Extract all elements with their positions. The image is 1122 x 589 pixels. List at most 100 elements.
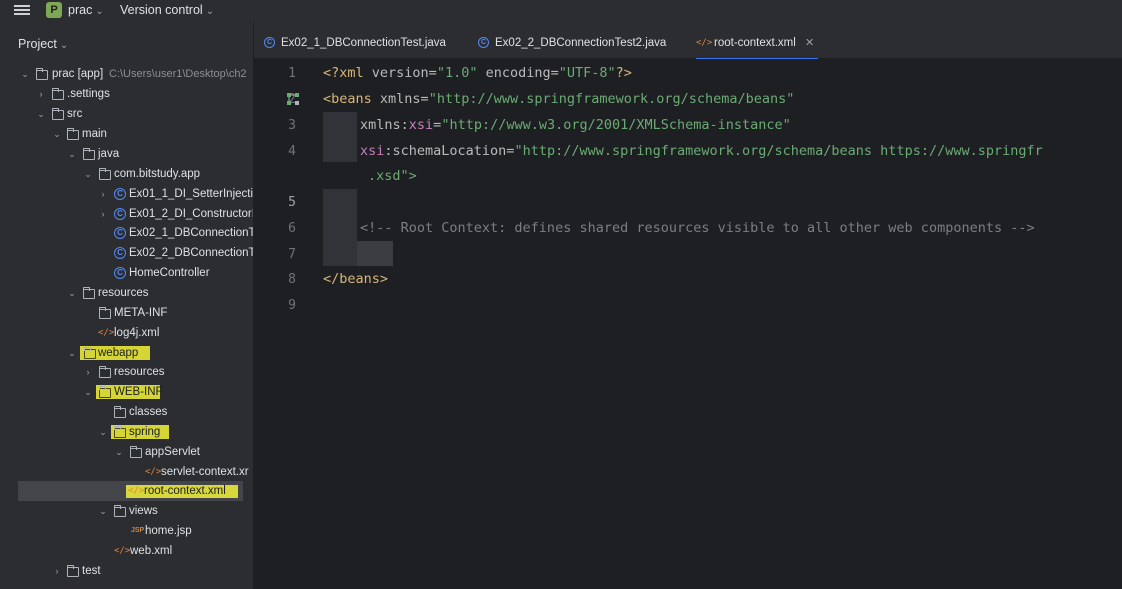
tree-item-class[interactable]: C Ex02_2_DBConnectionTe [0,243,253,263]
tree-item-spring[interactable]: ⌄ spring [0,422,253,442]
chevron-right-icon[interactable]: › [83,362,93,382]
tree-item-src[interactable]: ⌄ src [0,104,253,124]
tree-item-class[interactable]: C HomeController [0,263,253,283]
spring-bean-gutter-icon[interactable] [287,93,299,105]
chevron-down-icon[interactable]: ⌄ [83,382,93,402]
tree-item-main[interactable]: ⌄ main [0,124,253,144]
tree-item-label: test [82,565,101,577]
code-line-4-wrap: .xsd"> [368,168,417,184]
tree-item-appservlet[interactable]: ⌄ appServlet [0,442,253,462]
tree-item-resources[interactable]: ⌄ resources [0,283,253,303]
folder-icon [67,565,79,577]
tree-item-web-inf[interactable]: ⌄ WEB-INF [0,382,253,402]
tree-item-classes[interactable]: classes [0,402,253,422]
xml-file-icon: </> [128,486,145,496]
project-tool-window: Project ⌄ ⌄ prac [app] C:\Users\user1\Des… [0,22,254,589]
source-folder-icon [83,148,95,160]
module-folder-icon [36,68,48,80]
tree-item-label: Ex01_1_DI_SetterInjectio [129,188,254,200]
class-icon: C [114,188,126,200]
tree-item-label: prac [app] [52,68,104,80]
chevron-down-icon[interactable]: ⌄ [36,104,46,124]
tree-item-project-root[interactable]: ⌄ prac [app] C:\Users\user1\Desktop\ch2 [0,64,253,84]
tree-item-label: java [98,148,120,160]
tree-item-meta-inf[interactable]: META-INF [0,303,253,323]
tree-item-webapp-resources[interactable]: › resources [0,362,253,382]
chevron-down-icon[interactable]: ⌄ [98,422,108,442]
tree-item-class[interactable]: › C Ex01_2_DI_ConstructorIr [0,204,253,224]
chevron-right-icon[interactable]: › [98,204,108,224]
tree-item-class[interactable]: C Ex02_1_DBConnectionTe [0,223,253,243]
tree-item-label: Ex01_2_DI_ConstructorIr [129,208,254,220]
tree-item-label: META-INF [114,307,168,319]
folder-icon [99,366,111,378]
class-icon: C [114,267,126,279]
tree-item-label: resources [98,287,149,299]
chevron-down-icon[interactable]: ⌄ [67,343,77,363]
indent-guide [323,189,357,266]
chevron-down-icon[interactable]: ⌄ [114,442,124,462]
tree-item-label: views [129,505,158,517]
project-badge[interactable]: P [46,2,62,18]
chevron-down-icon[interactable]: ⌄ [67,144,77,164]
tree-item-label: WEB-INF [114,386,163,398]
chevron-down-icon[interactable]: ⌄ [20,64,30,84]
tree-item-web-xml[interactable]: </> web.xml [0,541,253,561]
tree-item-log4j[interactable]: </> log4j.xml [0,323,253,343]
tree-item-label: servlet-context.xr [161,466,249,478]
folder-icon [114,505,126,517]
package-icon [99,168,111,180]
xml-file-icon: </> [98,328,115,338]
editor-tabs: C Ex02_1_DBConnectionTest.java C Ex02_2_… [254,22,1122,60]
tree-item-test[interactable]: › test [0,561,253,581]
tree-item-java[interactable]: ⌄ java [0,144,253,164]
tree-item-package[interactable]: ⌄ com.bitstudy.app [0,164,253,184]
code-line-3: xmlns:xsi="http://www.w3.org/2001/XMLSch… [360,117,791,133]
close-icon[interactable]: ✕ [805,37,814,49]
chevron-right-icon[interactable]: › [52,561,62,581]
folder-icon [52,108,64,120]
chevron-down-icon: ⌄ [205,6,215,17]
tree-item-label: appServlet [145,446,200,458]
code-line-6-comment: <!-- Root Context: defines shared resour… [360,220,1035,236]
tab-ex02-1[interactable]: C Ex02_1_DBConnectionTest.java [264,30,446,58]
chevron-down-icon[interactable]: ⌄ [67,283,77,303]
main-menu-icon[interactable] [14,3,30,17]
tree-item-home-jsp[interactable]: JSP home.jsp [0,521,253,541]
version-control-label: Version control [120,3,203,17]
xml-file-icon: </> [696,38,713,48]
tree-item-views[interactable]: ⌄ views [0,501,253,521]
jsp-file-icon: JSP [131,527,145,534]
xml-file-icon: </> [114,546,131,556]
project-switcher[interactable]: prac ⌄ [68,3,104,17]
tree-item-label: root-context.xml [144,485,226,497]
chevron-right-icon[interactable]: › [98,184,108,204]
tree-item-root-context[interactable]: </> root-context.xml [18,481,243,501]
tree-item-label: HomeController [129,267,210,279]
code-editor[interactable]: 1 2 3 4 5 6 7 8 9 <?xml version="1.0" en… [254,59,1122,589]
version-control-menu[interactable]: Version control ⌄ [120,3,214,17]
chevron-down-icon[interactable]: ⌄ [52,124,62,144]
chevron-down-icon[interactable]: ⌄ [83,164,93,184]
chevron-down-icon[interactable]: ⌄ [98,501,108,521]
tree-item-webapp[interactable]: ⌄ webapp [0,343,253,363]
tree-item-settings[interactable]: › .settings [0,84,253,104]
tree-item-label: com.bitstudy.app [114,168,201,180]
class-icon: C [264,37,275,48]
tree-item-class[interactable]: › C Ex01_1_DI_SetterInjectio [0,184,253,204]
folder-icon [84,347,96,359]
tab-ex02-2[interactable]: C Ex02_2_DBConnectionTest2.java [478,30,666,58]
tree-item-servlet-context[interactable]: </> servlet-context.xr [0,462,253,482]
folder-icon [99,307,111,319]
code-line-2: <beans xmlns="http://www.springframework… [323,91,795,107]
xml-file-icon: </> [145,467,162,477]
tab-root-context[interactable]: </> root-context.xml ✕ [696,30,819,60]
folder-icon [130,446,142,458]
class-icon: C [114,227,126,239]
chevron-right-icon[interactable]: › [36,84,46,104]
project-view-selector[interactable]: Project ⌄ [18,37,68,51]
tree-item-label: classes [129,406,168,418]
project-name: prac [68,3,93,17]
line-number: 1 [288,66,296,81]
class-icon: C [478,37,489,48]
